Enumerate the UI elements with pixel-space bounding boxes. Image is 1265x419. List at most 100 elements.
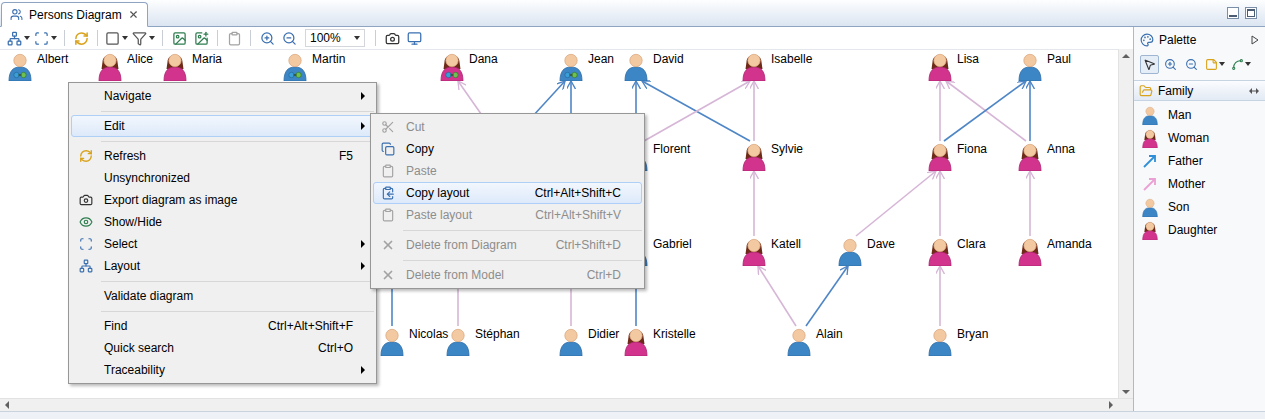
close-tab-icon[interactable] xyxy=(128,9,139,20)
father-edge[interactable] xyxy=(1029,81,1031,141)
person-node[interactable]: Didier xyxy=(559,326,619,356)
mother-edge[interactable] xyxy=(644,81,750,141)
zoom-out-button[interactable] xyxy=(279,28,299,48)
person-node[interactable]: Dana xyxy=(440,51,498,81)
person-node[interactable]: Amanda xyxy=(1018,236,1092,266)
person-node[interactable]: Katell xyxy=(742,236,801,266)
menu-item[interactable]: Validate diagram xyxy=(71,285,374,307)
person-node[interactable]: Dave xyxy=(838,236,895,266)
mother-edge[interactable] xyxy=(939,266,941,326)
palette-tool[interactable] xyxy=(1229,55,1253,74)
menu-item[interactable]: Paste layoutCtrl+Alt+Shift+V xyxy=(373,204,642,226)
refresh-button[interactable] xyxy=(71,28,91,48)
father-edge[interactable] xyxy=(944,81,1026,141)
person-node[interactable]: Alain xyxy=(787,326,843,356)
menu-item[interactable]: Navigate xyxy=(71,85,374,107)
horizontal-scrollbar[interactable] xyxy=(0,398,1133,411)
palette-tool[interactable] xyxy=(1182,55,1201,74)
menu-item[interactable]: Copy layoutCtrl+Alt+Shift+C xyxy=(373,182,642,204)
menu-item[interactable]: Layout xyxy=(71,255,374,277)
menu-item[interactable]: Select xyxy=(71,233,374,255)
scroll-left-button[interactable] xyxy=(0,399,14,412)
scroll-down-button[interactable] xyxy=(1119,385,1133,398)
palette-tool[interactable] xyxy=(1161,55,1180,74)
person-node[interactable]: Bryan xyxy=(928,326,988,356)
minimize-button[interactable] xyxy=(1227,7,1239,19)
collapse-palette-icon[interactable] xyxy=(1251,35,1259,45)
person-node[interactable]: Alice xyxy=(98,51,153,81)
person-node[interactable]: Clara xyxy=(928,236,986,266)
palette-entry[interactable]: Mother xyxy=(1134,172,1265,195)
editor-tab[interactable]: Persons Diagram xyxy=(1,2,148,27)
mother-edge[interactable] xyxy=(946,81,1026,141)
menu-shortcut: Ctrl+Alt+Shift+V xyxy=(523,208,621,222)
select-button[interactable] xyxy=(33,28,58,48)
palette-entry[interactable]: Son xyxy=(1134,195,1265,218)
palette-tool[interactable] xyxy=(1140,55,1159,74)
menu-item[interactable]: FindCtrl+Alt+Shift+F xyxy=(71,315,374,337)
menu-item[interactable]: RefreshF5 xyxy=(71,145,374,167)
person-node[interactable]: Martin xyxy=(283,51,345,81)
person-node[interactable]: Anna xyxy=(1018,141,1075,171)
palette-drawer[interactable]: Family xyxy=(1134,80,1265,101)
badge-icon xyxy=(565,72,577,77)
menu-item[interactable]: Show/Hide xyxy=(71,211,374,233)
person-node[interactable]: Kristelle xyxy=(624,326,696,356)
scroll-up-button[interactable] xyxy=(1119,49,1133,62)
mother-edge[interactable] xyxy=(753,171,755,236)
paste-icon xyxy=(227,31,242,46)
layer-button[interactable] xyxy=(104,28,129,48)
mother-edge[interactable] xyxy=(939,171,941,236)
pin-button[interactable] xyxy=(191,28,211,48)
palette-tool[interactable] xyxy=(1203,55,1227,74)
person-node[interactable]: David xyxy=(624,51,684,81)
mother-edge[interactable] xyxy=(753,81,755,141)
father-edge[interactable] xyxy=(806,266,848,326)
person-node[interactable]: Albert xyxy=(8,51,68,81)
palette-entry[interactable]: Man xyxy=(1134,103,1265,126)
person-node[interactable]: Nicolas xyxy=(380,326,448,356)
export-image-button[interactable] xyxy=(382,28,402,48)
zoom-combo[interactable]: 100% xyxy=(305,29,365,47)
person-node[interactable]: Lisa xyxy=(928,51,979,81)
menu-item[interactable]: Traceability xyxy=(71,359,374,381)
zoom-in-button[interactable] xyxy=(257,28,277,48)
drawer-expanded-icon[interactable] xyxy=(1248,87,1260,95)
palette-entry[interactable]: Daughter xyxy=(1134,218,1265,241)
select-icon xyxy=(79,237,93,251)
menu-item[interactable]: Delete from DiagramCtrl+Shift+D xyxy=(373,234,642,256)
menu-item[interactable]: Export diagram as image xyxy=(71,189,374,211)
person-node[interactable]: Paul xyxy=(1018,51,1071,81)
palette-entry[interactable]: Father xyxy=(1134,149,1265,172)
person-node[interactable]: Stéphan xyxy=(446,326,520,356)
menu-item[interactable]: Edit xyxy=(71,115,374,137)
father-edge[interactable] xyxy=(642,81,750,141)
palette-header[interactable]: Palette xyxy=(1134,27,1265,53)
menu-item[interactable]: Cut xyxy=(373,116,642,138)
mother-edge[interactable] xyxy=(758,266,796,326)
filter-button[interactable] xyxy=(131,28,156,48)
outline-button[interactable] xyxy=(404,28,424,48)
show-button[interactable] xyxy=(169,28,189,48)
person-node[interactable]: Sylvie xyxy=(742,141,803,171)
menu-item[interactable]: Unsynchronized xyxy=(71,167,374,189)
menu-item[interactable]: Quick searchCtrl+O xyxy=(71,337,374,359)
menu-separator xyxy=(71,137,374,145)
person-node[interactable]: Isabelle xyxy=(742,51,812,81)
scroll-right-button[interactable] xyxy=(1104,399,1118,412)
mother-edge[interactable] xyxy=(1029,171,1031,236)
zoom-in-icon xyxy=(260,31,275,46)
paste-format-button[interactable] xyxy=(224,28,244,48)
vertical-scrollbar[interactable] xyxy=(1118,49,1133,398)
palette-entry[interactable]: Woman xyxy=(1134,126,1265,149)
maximize-button[interactable] xyxy=(1245,7,1257,19)
person-node[interactable]: Jean xyxy=(559,51,614,81)
menu-item[interactable]: Delete from ModelCtrl+D xyxy=(373,264,642,286)
menu-item[interactable]: Paste xyxy=(373,160,642,182)
person-node[interactable]: Fiona xyxy=(928,141,987,171)
arrange-button[interactable] xyxy=(6,28,31,48)
mother-edge[interactable] xyxy=(856,171,936,236)
menu-item[interactable]: Copy xyxy=(373,138,642,160)
mother-edge[interactable] xyxy=(939,81,941,141)
person-node[interactable]: Maria xyxy=(163,51,222,81)
